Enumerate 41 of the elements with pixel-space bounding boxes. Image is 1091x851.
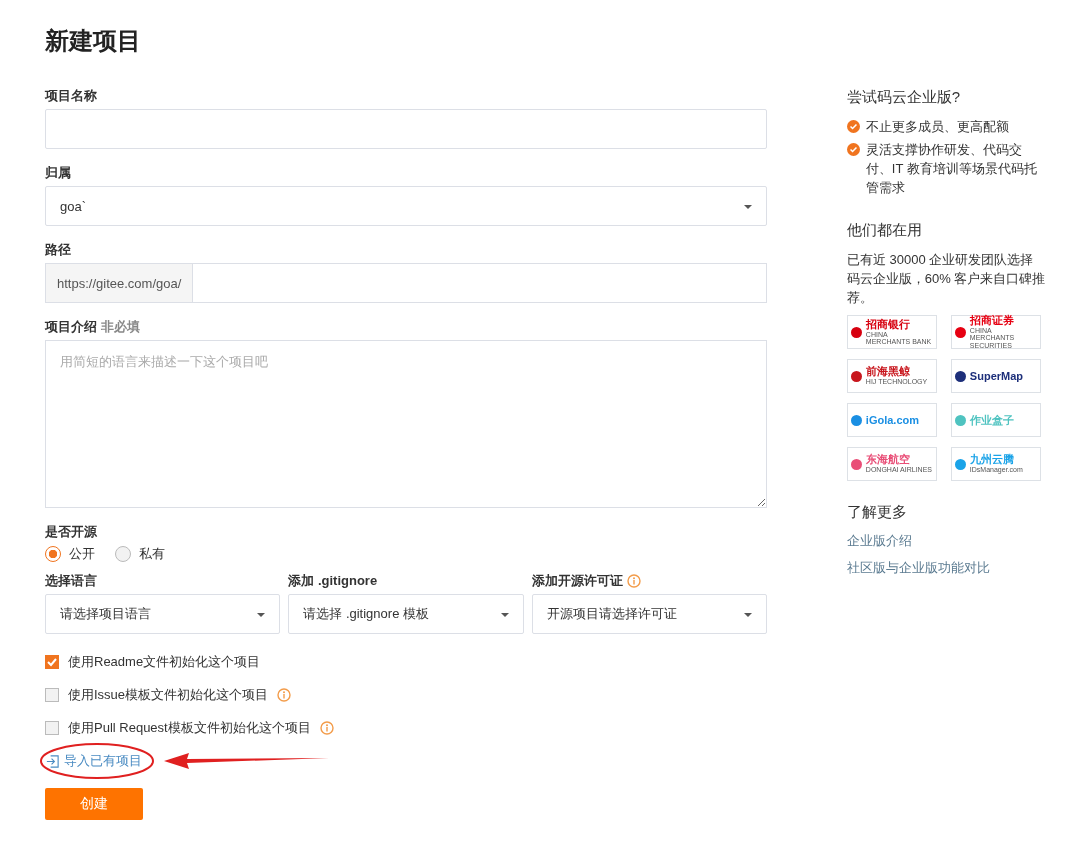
- radio-icon[interactable]: [115, 546, 131, 562]
- company-logo: SuperMap: [950, 359, 1041, 393]
- benefit-text: 灵活支撑协作研发、代码交付、IT 教育培训等场景代码托管需求: [865, 141, 1038, 197]
- field-label: 归属: [45, 165, 71, 181]
- check-circle-icon: [846, 120, 860, 133]
- dropdown-select[interactable]: 请选择 .gitignore 模板: [288, 594, 524, 634]
- checkbox[interactable]: [45, 654, 59, 669]
- sidebar-heading: 尝试码云企业版?: [846, 88, 962, 107]
- company-logo: iGola.com: [846, 403, 937, 437]
- field-label: 是否开源: [45, 524, 97, 540]
- field-label: 选择语言: [45, 573, 97, 589]
- visibility-radio[interactable]: 公开: [45, 545, 95, 563]
- radio-icon[interactable]: [45, 546, 61, 562]
- project-name-field[interactable]: [45, 109, 767, 149]
- field-label: 添加 .gitignore: [288, 573, 378, 589]
- dropdown-select[interactable]: 开源项目请选择许可证: [531, 594, 767, 634]
- field-label: 项目名称: [45, 88, 97, 104]
- checkbox-label[interactable]: 使用Readme文件初始化这个项目: [68, 653, 261, 670]
- sidebar-heading: 他们都在用: [846, 221, 923, 240]
- field-label: 添加开源许可证: [531, 573, 623, 589]
- sidebar-heading: 了解更多: [846, 503, 908, 522]
- field-label: 项目介绍 非必填: [45, 319, 140, 335]
- benefit-text: 不止更多成员、更高配额: [865, 118, 1009, 136]
- check-circle-icon: [846, 143, 860, 156]
- info-icon[interactable]: [319, 720, 334, 735]
- checkbox[interactable]: [45, 687, 59, 702]
- sidebar-link[interactable]: 社区版与企业版功能对比: [846, 559, 1046, 577]
- visibility-radio[interactable]: 私有: [115, 545, 165, 563]
- import-icon[interactable]: [45, 753, 60, 769]
- checkbox-label[interactable]: 使用Issue模板文件初始化这个项目: [68, 686, 269, 703]
- page-title: 新建项目: [45, 26, 142, 56]
- owner-select[interactable]: goa`: [45, 186, 767, 226]
- checkbox-label[interactable]: 使用Pull Request模板文件初始化这个项目: [68, 719, 311, 736]
- users-text: 已有近 30000 企业研发团队选择码云企业版，60% 客户来自口碑推荐。: [846, 251, 1046, 307]
- info-icon[interactable]: [277, 687, 292, 702]
- info-icon[interactable]: [626, 574, 641, 588]
- field-label: 路径: [45, 242, 71, 258]
- sidebar-link[interactable]: 企业版介绍: [846, 532, 1046, 550]
- company-logo: 作业盒子: [950, 403, 1041, 437]
- checkbox[interactable]: [45, 720, 59, 735]
- dropdown-select[interactable]: 请选择项目语言: [45, 594, 281, 634]
